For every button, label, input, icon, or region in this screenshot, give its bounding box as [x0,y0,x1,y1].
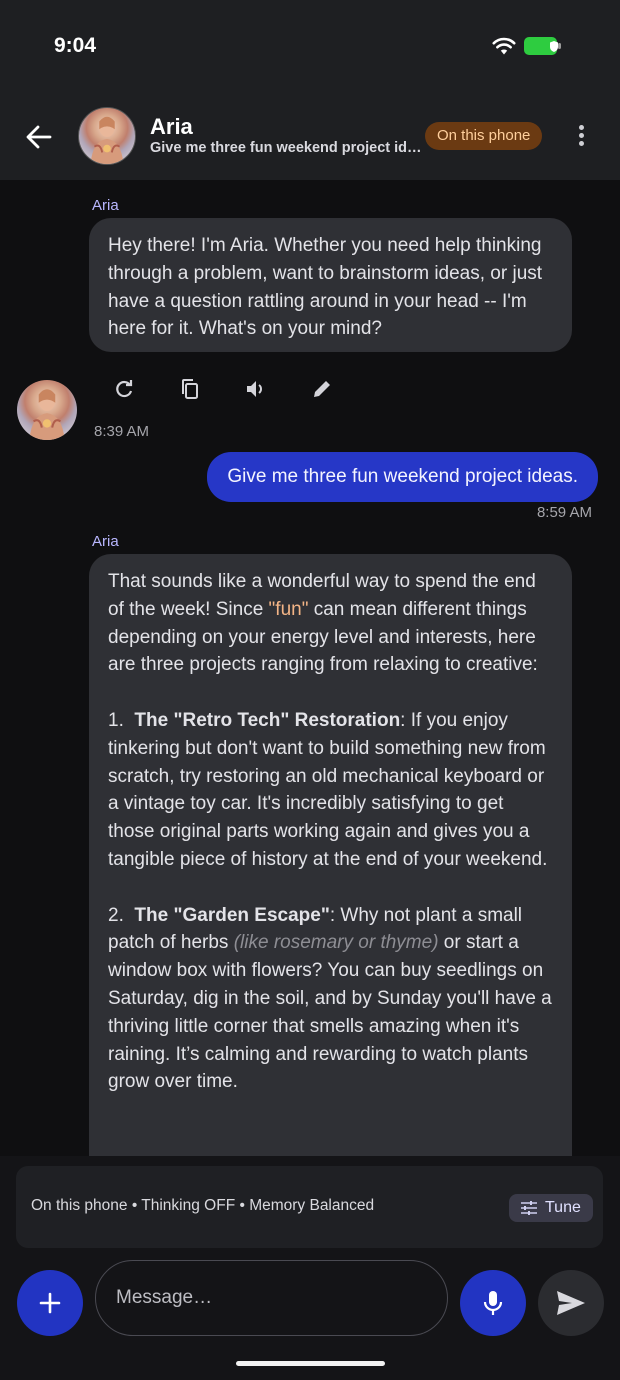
assistant-message: Hey there! I'm Aria. Whether you need he… [89,218,572,352]
list-item-title: The "Retro Tech" Restoration [134,709,401,731]
assistant-name: Aria [150,114,193,139]
sender-label: Aria [92,197,119,214]
message-text: Give me three fun weekend project ideas. [227,466,578,487]
composer [0,1256,620,1380]
list-item-body: : If you enjoy tinkering but don't want … [108,709,548,870]
robot-portrait-icon [90,116,124,164]
assistant-message: That sounds like a wonderful way to spen… [89,554,572,1156]
sliders-icon [521,1201,537,1215]
plus-icon [39,1292,61,1314]
list-item-body: or start a window box with flowers? You … [108,932,552,1093]
refresh-icon[interactable] [112,373,178,405]
robot-portrait-icon [29,389,65,440]
list-number: 2. [108,904,124,926]
speaker-icon[interactable] [244,373,310,405]
tune-label: Tune [545,1199,581,1216]
message-text: Hey there! I'm Aria. Whether you need he… [108,235,543,340]
conversation-subtitle: Give me three fun weekend project ideas. [150,140,422,156]
message-actions [112,373,376,405]
arrow-left-icon[interactable] [22,120,56,154]
message-input[interactable] [95,1260,448,1336]
highlight-text: "fun" [268,598,309,620]
list-item: 2. The "Garden Escape": Why not plant a … [108,902,553,1097]
wifi-icon [492,37,516,55]
status-bar: 9:04 [0,0,620,92]
microphone-icon [483,1291,503,1315]
chat-header: Aria Give me three fun weekend project i… [0,92,620,180]
tune-button[interactable]: Tune [509,1194,593,1222]
model-settings-card: On this phone • Thinking OFF • Memory Ba… [16,1166,603,1248]
avatar[interactable] [78,107,136,165]
copy-icon[interactable] [178,373,244,405]
chat-thread: Aria Hey there! I'm Aria. Whether you ne… [0,180,620,1156]
user-message: Give me three fun weekend project ideas. [207,452,598,502]
on-device-badge: On this phone [425,122,543,150]
list-item: 1. The "Retro Tech" Restoration: If you … [108,707,553,874]
message-timestamp: 8:39 AM [94,423,150,440]
aside-text: (like rosemary or thyme) [233,932,439,954]
more-vertical-icon[interactable] [570,122,592,152]
message-timestamp: 8:59 AM [536,504,592,521]
message-intro: That sounds like a wonderful way to spen… [108,568,553,679]
model-settings-summary: On this phone • Thinking OFF • Memory Ba… [31,1197,375,1214]
sender-label: Aria [92,533,119,550]
home-indicator[interactable] [236,1361,385,1366]
status-time: 9:04 [54,34,97,57]
edit-icon[interactable] [310,373,376,405]
microphone-button[interactable] [460,1270,526,1336]
battery-icon [524,37,561,55]
model-settings-bar: On this phone • Thinking OFF • Memory Ba… [0,1156,620,1256]
add-button[interactable] [17,1270,83,1336]
list-item-title: The "Garden Escape" [134,904,330,926]
send-button[interactable] [538,1270,604,1336]
send-icon [557,1291,585,1315]
list-number: 1. [108,709,124,731]
avatar [17,380,77,440]
